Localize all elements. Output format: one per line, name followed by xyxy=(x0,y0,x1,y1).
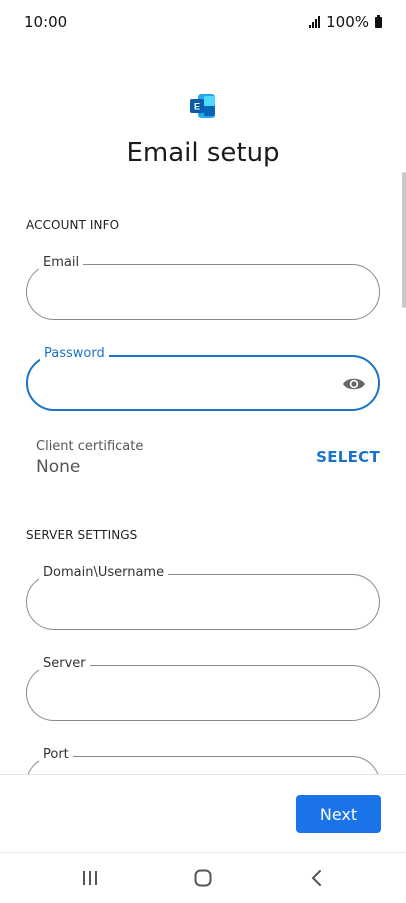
svg-text:E: E xyxy=(194,102,200,112)
select-certificate-button[interactable]: SELECT xyxy=(316,448,380,466)
port-label: Port xyxy=(39,747,73,762)
status-bar: 10:00 100% xyxy=(0,0,406,44)
domain-username-input[interactable] xyxy=(45,587,349,619)
section-label-server-settings: SERVER SETTINGS xyxy=(26,528,138,542)
bottom-action-bar: Next xyxy=(0,774,406,853)
section-label-account-info: ACCOUNT INFO xyxy=(26,218,120,232)
client-certificate-value: None xyxy=(36,457,81,477)
server-label: Server xyxy=(39,656,90,671)
back-icon[interactable] xyxy=(307,869,327,887)
password-input[interactable] xyxy=(46,369,350,401)
next-button[interactable]: Next xyxy=(296,795,381,833)
navigation-bar xyxy=(0,852,406,903)
battery-icon xyxy=(375,14,382,28)
domain-username-field[interactable]: Domain\Username xyxy=(26,565,380,630)
home-icon[interactable] xyxy=(193,869,213,887)
status-time: 10:00 xyxy=(24,13,68,31)
page-title: Email setup xyxy=(126,138,280,168)
exchange-logo-icon: E xyxy=(190,94,215,118)
server-input[interactable] xyxy=(45,678,349,710)
scrollbar[interactable] xyxy=(402,172,406,308)
server-field[interactable]: Server xyxy=(26,656,380,721)
client-certificate-label: Client certificate xyxy=(36,439,144,454)
email-label: Email xyxy=(39,255,84,270)
password-field[interactable]: Password xyxy=(26,346,380,411)
battery-percent: 100% xyxy=(326,13,369,31)
domain-username-label: Domain\Username xyxy=(39,565,169,580)
show-password-icon[interactable] xyxy=(342,375,366,393)
password-label: Password xyxy=(40,346,109,361)
signal-icon xyxy=(309,16,321,28)
email-field[interactable]: Email xyxy=(26,255,380,320)
recent-apps-icon[interactable] xyxy=(80,869,100,887)
email-input[interactable] xyxy=(45,277,349,309)
